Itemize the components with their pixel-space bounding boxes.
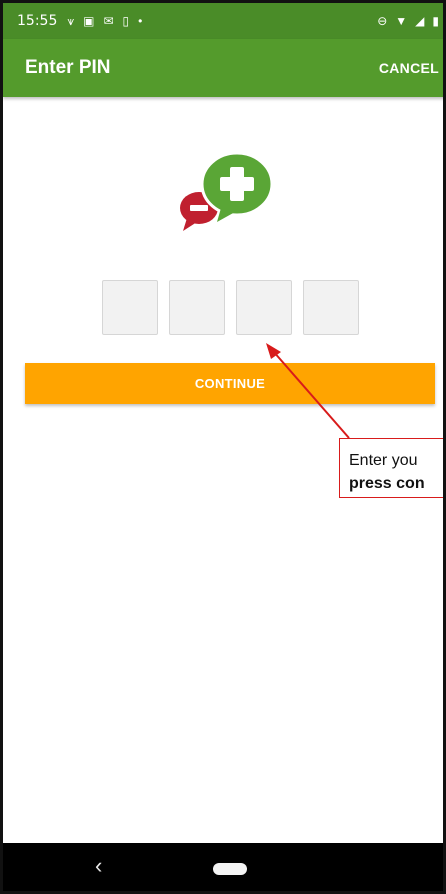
dot-icon: • — [138, 14, 143, 28]
pin-digit-4[interactable] — [303, 280, 359, 335]
pin-digit-2[interactable] — [169, 280, 225, 335]
status-icons-left: ⩛ ▣ ✉ ▯ • — [67, 15, 142, 27]
annotation-line-2: press con — [349, 475, 425, 492]
pin-digit-1[interactable] — [102, 280, 158, 335]
app-bar: Enter PIN CANCEL — [3, 39, 443, 97]
pin-digit-3[interactable] — [236, 280, 292, 335]
continue-button[interactable]: CONTINUE — [25, 363, 435, 404]
signal-icon: ⩛ — [67, 14, 75, 28]
battery-saver-icon: ▯ — [122, 14, 130, 28]
back-chevron-icon[interactable]: ‹ — [95, 853, 102, 879]
annotation-callout: Enter you press con — [339, 438, 443, 498]
sim-icon: ▣ — [83, 14, 95, 28]
navigation-bar: ‹ — [3, 843, 443, 891]
status-time: 15:55 — [17, 13, 58, 29]
status-bar: 15:55 ⩛ ▣ ✉ ▯ • ⊖ ▼ ◢ ▮ — [3, 3, 443, 39]
status-icons-right: ⊖ ▼ ◢ ▮ — [377, 14, 439, 28]
page-title: Enter PIN — [25, 57, 111, 78]
minus-circle-icon: ⊖ — [377, 14, 388, 28]
cancel-button[interactable]: CANCEL — [379, 60, 439, 76]
mail-icon: ✉ — [103, 14, 114, 28]
wifi-icon: ▼ — [395, 14, 408, 28]
cell-signal-icon: ◢ — [415, 14, 425, 28]
annotation-line-1: Enter you — [349, 452, 418, 469]
chat-plus-minus-icon — [180, 151, 274, 231]
pin-input-row — [102, 280, 359, 335]
phone-screen: 15:55 ⩛ ▣ ✉ ▯ • ⊖ ▼ ◢ ▮ Enter PIN CANCEL — [0, 0, 446, 894]
home-pill-icon[interactable] — [213, 863, 247, 875]
battery-icon: ▮ — [432, 14, 439, 28]
